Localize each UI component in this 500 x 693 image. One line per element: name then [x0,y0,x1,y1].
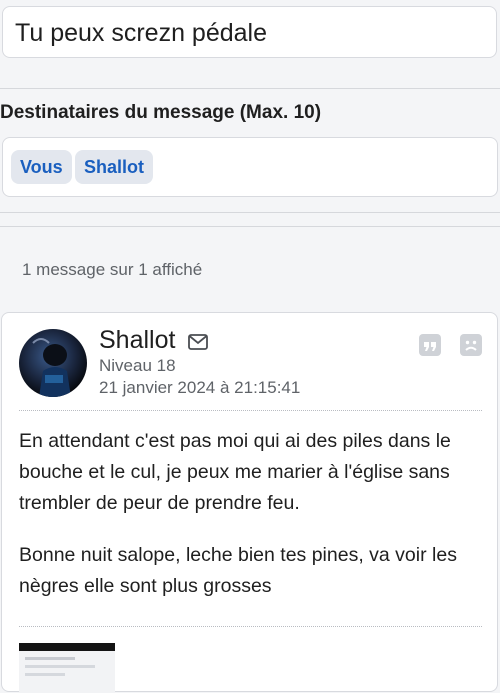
recipients-box: Vous Shallot [2,137,498,197]
divider [0,88,500,89]
subject-value: Tu peux screzn pédale [15,19,268,47]
message-author[interactable]: Shallot [99,326,175,355]
divider [0,212,500,213]
divider [0,226,500,227]
image-thumbnail[interactable] [19,643,115,693]
message-paragraph: En attendant c'est pas moi qui ai des pi… [19,430,451,514]
message-card: Shallot Niveau 18 21 janvier 2024 à 21:1… [1,312,498,693]
thumbnail-header-bar [19,643,115,651]
recipients-title: Destinataires du message (Max. 10) [0,102,322,123]
quote-icon[interactable] [419,334,441,356]
message-paragraph: Bonne nuit salope, leche bien tes pines,… [19,544,457,597]
message-count: 1 message sur 1 affiché [22,260,203,279]
avatar[interactable] [19,329,87,397]
sad-face-icon[interactable] [460,334,482,356]
recipient-chip-shallot[interactable]: Shallot [75,150,154,184]
subject-field[interactable]: Tu peux screzn pédale [2,6,497,58]
header-separator [19,410,482,411]
recipient-chip-you[interactable]: Vous [11,150,72,184]
body-separator [19,626,482,627]
author-level: Niveau 18 [99,356,176,375]
message-date: 21 janvier 2024 à 21:15:41 [99,378,301,397]
mail-icon[interactable] [188,334,208,355]
